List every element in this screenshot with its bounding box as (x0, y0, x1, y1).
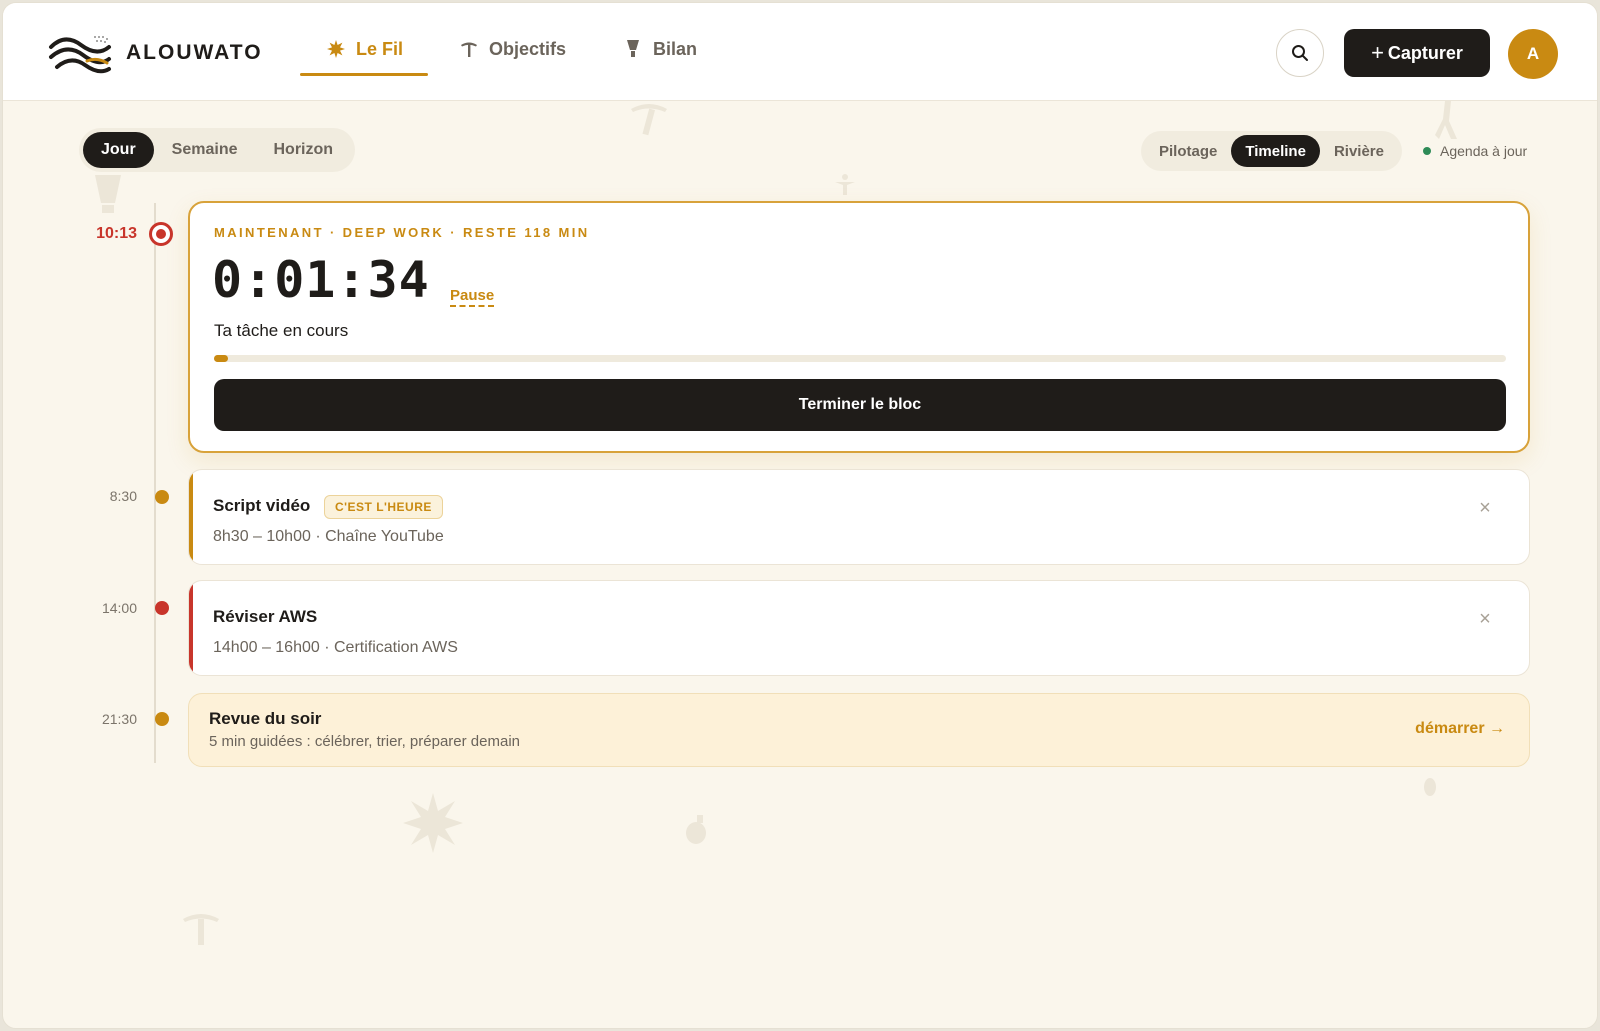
sun-icon (326, 39, 346, 59)
tab-pilotage[interactable]: Pilotage (1145, 135, 1231, 167)
search-button[interactable] (1276, 29, 1324, 77)
status-badge: C'EST L'HEURE (324, 495, 443, 519)
current-task-title: Ta tâche en cours (214, 321, 349, 340)
nav-active-indicator (300, 73, 428, 76)
now-marker-icon (149, 222, 173, 246)
event-meta: 8h30 – 10h00 · Chaîne YouTube (213, 528, 444, 545)
nav-bilan[interactable]: Bilan (623, 39, 697, 77)
focus-timer: 0:01:34 (212, 251, 430, 309)
user-avatar[interactable]: A (1508, 29, 1558, 79)
decorative-figure-icon (1435, 101, 1457, 139)
decorative-drop-icon (686, 815, 706, 844)
event-title: Réviser AWS (213, 607, 318, 626)
event-color-bar (189, 470, 193, 564)
view-mode-tabs: Pilotage Timeline Rivière (1141, 131, 1402, 171)
timeline-rail (154, 203, 156, 763)
timeline-time: 14:00 (101, 600, 137, 616)
decorative-figure-icon (835, 174, 855, 195)
pause-button[interactable]: Pause (450, 287, 495, 307)
decorative-pickaxe-icon (631, 104, 667, 136)
nav-objectifs-label: Objectifs (489, 39, 567, 59)
brand-name: ALOUWATO (126, 41, 263, 64)
sync-status-label: Agenda à jour (1440, 143, 1528, 159)
decorative-starburst-icon (403, 793, 463, 853)
current-block-eyebrow: MAINTENANT · DEEP WORK · RESTE 118 MIN (214, 225, 590, 240)
tab-riviere[interactable]: Rivière (1320, 135, 1398, 167)
event-title: Script vidéo (213, 496, 311, 515)
timeline-time: 21:30 (101, 711, 137, 727)
close-icon[interactable]: × (1475, 608, 1495, 630)
review-meta: 5 min guidées : célébrer, trier, prépare… (209, 733, 520, 750)
sync-status-dot (1423, 147, 1431, 155)
nav-le-fil[interactable]: Le Fil (326, 39, 403, 77)
tab-semaine[interactable]: Semaine (154, 132, 256, 168)
evening-review-card[interactable]: Revue du soir 5 min guidées : célébrer, … (188, 693, 1530, 767)
app-window: ALOUWATO Le Fil Objectifs Bilan + Captur… (2, 2, 1598, 1029)
plus-icon: + (1371, 40, 1384, 65)
timeline-time: 8:30 (109, 488, 137, 504)
timeline-dot (155, 490, 169, 504)
nav-le-fil-label: Le Fil (356, 39, 404, 59)
review-title: Revue du soir (209, 709, 322, 728)
timeline-dot (155, 712, 169, 726)
decorative-trophy-icon (95, 175, 121, 213)
trophy-icon (623, 39, 643, 59)
block-progress-fill (214, 355, 229, 362)
event-color-bar (189, 581, 193, 675)
range-tabs: Jour Semaine Horizon (79, 128, 356, 172)
timeline-dot (155, 601, 169, 615)
pickaxe-icon (459, 39, 479, 59)
event-card[interactable]: Script vidéo C'EST L'HEURE 8h30 – 10h00 … (188, 469, 1530, 565)
decorative-drop-icon (1424, 778, 1436, 796)
capture-button-label: Capturer (1387, 42, 1463, 63)
event-meta: 14h00 – 16h00 · Certification AWS (213, 639, 458, 656)
current-block-card: MAINTENANT · DEEP WORK · RESTE 118 MIN 0… (188, 201, 1530, 453)
review-start-link[interactable]: démarrer → (1415, 720, 1505, 738)
event-card[interactable]: Réviser AWS 14h00 – 16h00 · Certificatio… (188, 580, 1530, 676)
alouwato-logo-icon (49, 36, 111, 74)
decorative-pickaxe-icon (183, 914, 219, 945)
close-icon[interactable]: × (1475, 497, 1495, 519)
nav-bilan-label: Bilan (653, 39, 698, 59)
nav-objectifs[interactable]: Objectifs (459, 39, 566, 77)
tab-jour[interactable]: Jour (83, 132, 154, 168)
block-progress-bar (214, 355, 1506, 362)
tab-horizon[interactable]: Horizon (255, 132, 351, 168)
timeline-time-now: 10:13 (96, 225, 137, 242)
finish-block-button[interactable]: Terminer le bloc (214, 379, 1506, 431)
sync-status: Agenda à jour (1423, 143, 1527, 159)
tab-timeline[interactable]: Timeline (1231, 135, 1320, 167)
top-navbar: ALOUWATO Le Fil Objectifs Bilan + Captur… (3, 3, 1597, 101)
search-icon (1292, 45, 1308, 61)
capture-button[interactable]: + Capturer (1344, 29, 1490, 77)
